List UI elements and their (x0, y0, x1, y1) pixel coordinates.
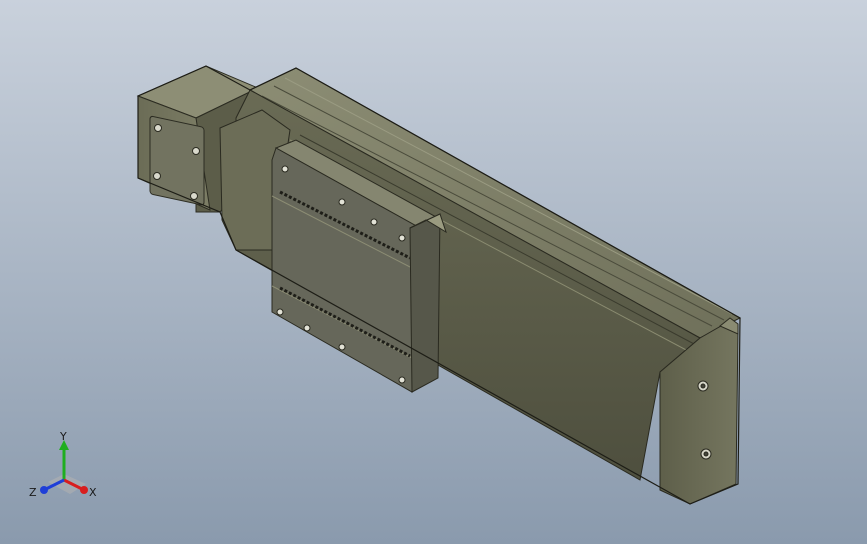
z-axis-label: Z (29, 486, 37, 499)
motor-bolt (190, 192, 198, 200)
end-cap-hole-inner (700, 383, 706, 389)
carriage-bolt (338, 343, 346, 351)
motor-bolt (192, 147, 200, 155)
x-axis-arrow-icon (80, 486, 88, 494)
carriage-bolt (276, 308, 284, 316)
carriage-bolt (281, 165, 289, 173)
orientation-triad[interactable]: Y X Z (26, 430, 106, 505)
motor-bolt (154, 124, 162, 132)
motor-bolt (153, 172, 161, 180)
y-axis-label: Y (59, 430, 67, 443)
carriage-bolt (398, 376, 406, 384)
clamp-plate (409, 213, 441, 393)
z-axis-arrow-icon (40, 486, 48, 494)
carriage-bolt (370, 218, 378, 226)
carriage-bolt (338, 198, 346, 206)
carriage-bolt (303, 324, 311, 332)
end-cap-hole-inner (703, 451, 709, 457)
linear-actuator-model[interactable] (0, 0, 867, 544)
graphics-viewport[interactable]: Y X Z (0, 0, 867, 544)
x-axis-label: X (89, 486, 97, 499)
carriage-bolt (398, 234, 406, 242)
